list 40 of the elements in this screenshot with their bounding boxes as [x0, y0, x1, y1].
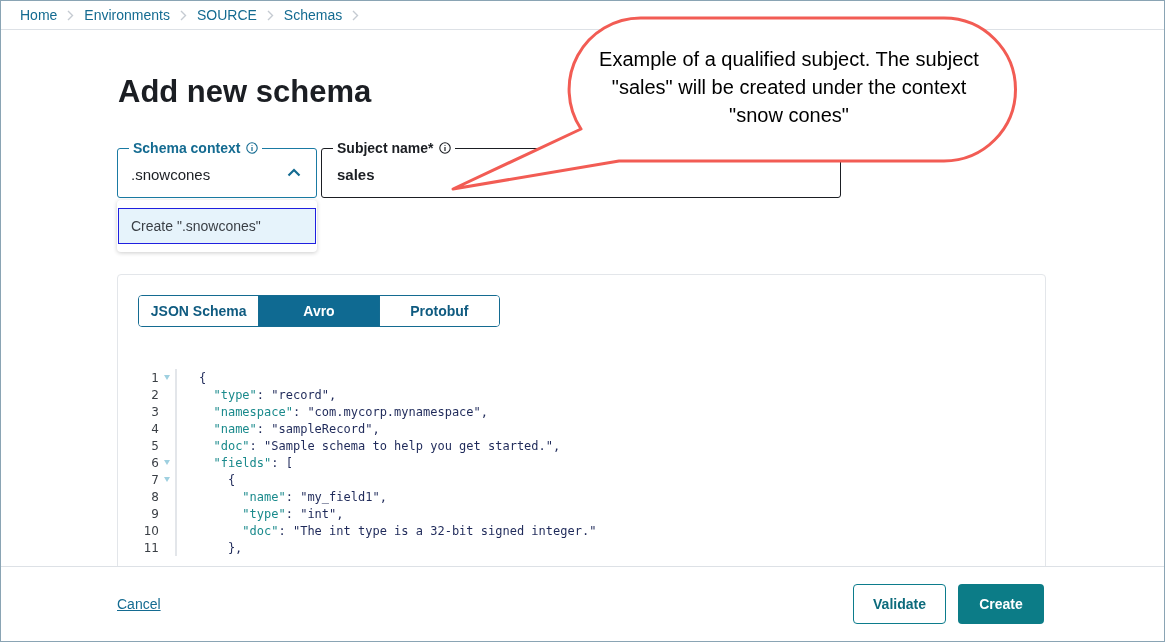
format-tab[interactable]: Avro: [258, 296, 379, 326]
chevron-right-icon: [352, 9, 360, 21]
callout-text: Example of a qualified subject. The subject "sales" will be created under the context "snow cones": [598, 47, 980, 128]
code-line: "doc": "Sample schema to help you get started.",: [212, 437, 561, 455]
validate-button[interactable]: Validate: [853, 584, 946, 624]
line-number: 11: [142, 539, 159, 557]
breadcrumb-link[interactable]: Schemas: [283, 4, 343, 26]
code-line: {: [226, 471, 236, 489]
chevron-up-icon[interactable]: [287, 168, 301, 177]
line-number: 2: [150, 386, 159, 404]
cancel-link[interactable]: Cancel: [117, 593, 161, 615]
line-number: 4: [150, 420, 159, 438]
line-number: 9: [150, 505, 159, 523]
format-tab[interactable]: Protobuf: [378, 296, 499, 326]
line-number: 3: [150, 403, 159, 421]
code-line: "name": "my_field1",: [241, 488, 387, 506]
info-icon[interactable]: [439, 142, 452, 154]
line-number: 6: [150, 454, 159, 472]
code-line: },: [226, 539, 243, 557]
breadcrumb-link[interactable]: Environments: [84, 4, 170, 26]
create-button[interactable]: Create: [958, 584, 1044, 624]
dropdown-option[interactable]: Create ".snowcones": [118, 208, 316, 244]
code-line: "fields": [: [212, 454, 293, 472]
code-line: "type": "int",: [241, 505, 344, 523]
line-number: 8: [150, 488, 159, 506]
line-number: 1: [150, 369, 159, 387]
code-line: {: [199, 369, 207, 387]
chevron-right-icon: [179, 9, 187, 21]
breadcrumb-link[interactable]: Home: [20, 4, 58, 26]
code-line: "doc": "The int type is a 32-bit signed integer.": [241, 522, 597, 540]
page-title: Add new schema: [118, 74, 372, 110]
line-number: 5: [150, 437, 159, 455]
code-line: "namespace": "com.mycorp.mynamespace",: [212, 403, 488, 421]
line-number: 7: [150, 471, 159, 489]
code-line: "name": "sampleRecord",: [212, 420, 380, 438]
breadcrumb-link[interactable]: SOURCE: [196, 4, 257, 26]
line-number: 10: [142, 522, 159, 540]
chevron-right-icon: [266, 9, 274, 21]
code-line: "type": "record",: [212, 386, 337, 404]
chevron-right-icon: [67, 9, 75, 21]
